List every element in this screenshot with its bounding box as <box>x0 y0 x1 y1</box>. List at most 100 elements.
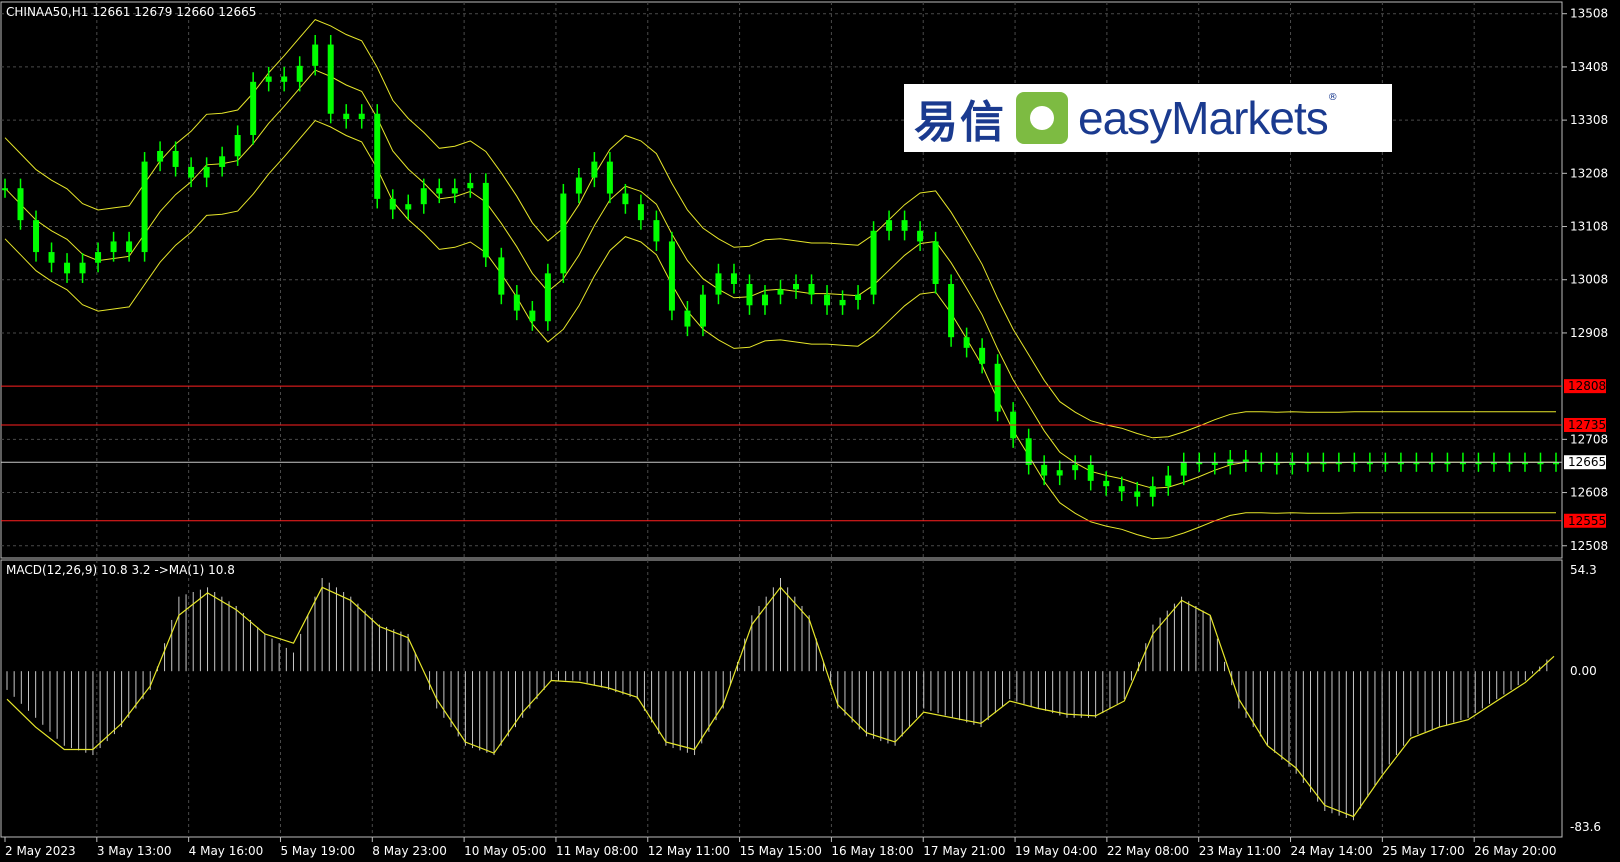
time-tick-label: 23 May 11:00 <box>1199 844 1281 858</box>
candle-body <box>591 161 598 178</box>
time-tick-label: 8 May 23:00 <box>372 844 447 858</box>
candle-body <box>948 283 955 338</box>
candle-body <box>1134 491 1141 497</box>
candle-body <box>901 220 908 231</box>
time-tick-label: 10 May 05:00 <box>464 844 546 858</box>
candle-body <box>312 44 319 66</box>
candle-body <box>219 156 226 167</box>
price-tick-label: 13008 <box>1570 273 1608 287</box>
candle-body <box>1165 475 1172 487</box>
candle-body <box>622 193 629 205</box>
time-tick-label: 11 May 08:00 <box>556 844 638 858</box>
time-tick-label: 24 May 14:00 <box>1291 844 1373 858</box>
candle-body <box>172 150 179 167</box>
price-tick-label: 13208 <box>1570 166 1608 180</box>
candle-body <box>250 81 257 136</box>
level-tag-label: 12555 <box>1568 514 1606 528</box>
level-tag-label: 12808 <box>1568 379 1606 393</box>
candle-body <box>482 182 489 258</box>
candle-body <box>157 150 164 162</box>
candle-body <box>653 220 660 242</box>
candle-body <box>870 230 877 295</box>
candle-body <box>606 161 613 194</box>
time-tick-label: 25 May 17:00 <box>1382 844 1464 858</box>
candle-body <box>188 166 195 178</box>
candle-body <box>420 188 427 205</box>
candle-body <box>761 294 768 306</box>
candle-body <box>1103 480 1110 487</box>
candle-body <box>855 294 862 300</box>
candle-body <box>327 44 334 114</box>
candle-body <box>498 257 505 295</box>
candle-body <box>1149 486 1156 497</box>
candle-body <box>343 113 350 120</box>
candle-body <box>1041 464 1048 476</box>
candle-body <box>234 135 241 157</box>
candle-body <box>405 204 412 210</box>
macd-tick-label: -83.6 <box>1570 820 1601 834</box>
candle-body <box>746 283 753 306</box>
time-tick-label: 16 May 18:00 <box>831 844 913 858</box>
logo-toggle-icon <box>1016 92 1068 144</box>
price-tick-label: 12708 <box>1570 432 1608 446</box>
candle-body <box>95 252 102 263</box>
candle-body <box>715 273 722 295</box>
candle-body <box>1087 464 1094 481</box>
easymarkets-logo: 易信 easyMarkets ® <box>904 84 1392 152</box>
candle-body <box>668 241 675 311</box>
candle-body <box>560 193 567 274</box>
candle-body <box>265 76 272 82</box>
candle-body <box>79 262 86 274</box>
candle-body <box>808 283 815 295</box>
candle-body <box>2 188 8 191</box>
candle-body <box>33 220 40 253</box>
candle-body <box>64 262 71 274</box>
candle-body <box>110 241 117 253</box>
candle-body <box>281 76 288 82</box>
candle-body <box>886 220 893 231</box>
candle-body <box>637 204 644 221</box>
time-tick-label: 19 May 04:00 <box>1015 844 1097 858</box>
candle-body <box>544 273 551 322</box>
candle-body <box>513 294 520 311</box>
level-tag-label: 12735 <box>1568 418 1606 432</box>
time-tick-label: 22 May 08:00 <box>1107 844 1189 858</box>
candle-body <box>699 294 706 327</box>
candle-body <box>529 310 536 322</box>
symbol-info: CHINAA50,H1 12661 12679 12660 12665 <box>6 5 256 19</box>
candle-body <box>1072 464 1079 471</box>
candle-body <box>467 182 474 189</box>
candle-body <box>436 188 443 194</box>
time-tick-label: 15 May 15:00 <box>740 844 822 858</box>
candle-body <box>994 363 1001 412</box>
candle-body <box>126 241 133 253</box>
candle-body <box>203 166 210 178</box>
candle-body <box>979 347 986 364</box>
logo-reg-mark: ® <box>1327 92 1338 103</box>
candle-body <box>451 188 458 194</box>
time-tick-label: 17 May 21:00 <box>923 844 1005 858</box>
price-tick-label: 13108 <box>1570 220 1608 234</box>
candle-body <box>730 273 737 284</box>
macd-tick-label: 0.00 <box>1570 664 1597 678</box>
candle-body <box>932 241 939 284</box>
candle-body <box>575 177 582 194</box>
time-tick-label: 4 May 16:00 <box>189 844 264 858</box>
current-price-label: 12665 <box>1568 455 1606 469</box>
price-tick-label: 13408 <box>1570 60 1608 74</box>
candle-body <box>358 113 365 120</box>
price-tick-label: 12508 <box>1570 539 1608 553</box>
macd-info: MACD(12,26,9) 10.8 3.2 ->MA(1) 10.8 <box>6 563 235 577</box>
price-tick-label: 13308 <box>1570 113 1608 127</box>
candle-body <box>824 294 831 306</box>
candle-body <box>917 230 924 242</box>
candle-body <box>17 188 24 221</box>
candle-body <box>684 310 691 327</box>
time-tick-label: 3 May 13:00 <box>97 844 172 858</box>
candle-body <box>374 113 381 199</box>
candle-body <box>1118 486 1125 492</box>
logo-en-text: easyMarkets <box>1078 92 1329 144</box>
candle-body <box>963 337 970 348</box>
price-tick-label: 12608 <box>1570 486 1608 500</box>
time-tick-label: 12 May 11:00 <box>648 844 730 858</box>
